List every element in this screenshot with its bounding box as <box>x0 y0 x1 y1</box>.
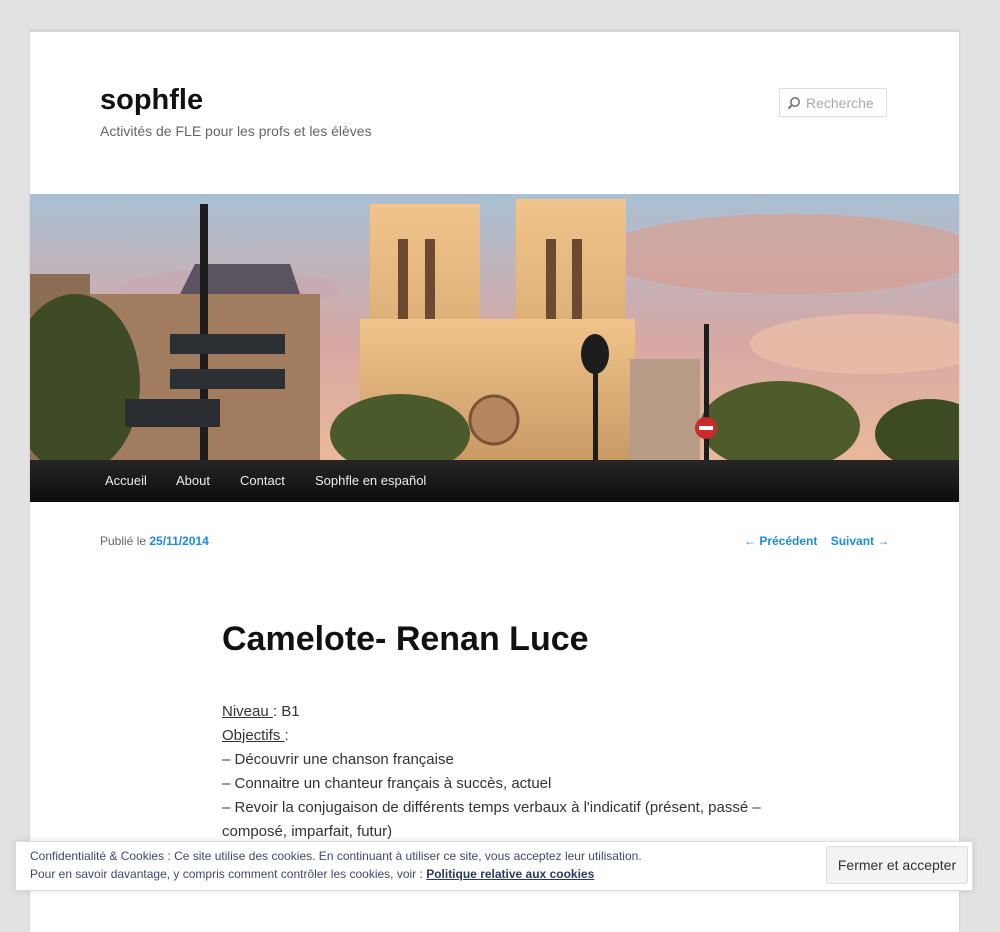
previous-link[interactable]: ← Précédent <box>744 534 817 548</box>
page: sophfle Activités de FLE pour les profs … <box>30 30 959 932</box>
nav-item-contact[interactable]: Contact <box>225 460 300 502</box>
next-link[interactable]: Suivant → <box>831 534 890 548</box>
site-description: Activités de FLE pour les profs et les é… <box>100 123 372 139</box>
post-navigation: ← Précédent Suivant → <box>744 534 889 548</box>
cookie-line-2-text: Pour en savoir davantage, y compris comm… <box>30 867 423 881</box>
cookie-banner: Confidentialité & Cookies : Ce site util… <box>15 841 973 891</box>
niveau-value: : B1 <box>272 703 300 720</box>
search-input[interactable] <box>806 94 884 111</box>
objective-item: – Découvrir une chanson française <box>222 751 454 768</box>
objective-item: – Connaitre un chanteur français à succè… <box>222 775 552 792</box>
cookie-text: Confidentialité & Cookies : Ce site util… <box>30 847 642 883</box>
accept-cookies-button[interactable]: Fermer et accepter <box>826 846 968 884</box>
site-title[interactable]: sophfle <box>100 84 203 117</box>
nav-item-sophfle-en-espanol[interactable]: Sophfle en español <box>300 460 441 502</box>
nav-item-about[interactable]: About <box>161 460 225 502</box>
cookie-line-2: Pour en savoir davantage, y compris comm… <box>30 865 642 883</box>
objectifs-suffix: : <box>284 727 289 744</box>
post-content: Niveau : B1 Objectifs : – Découvrir une … <box>222 700 782 844</box>
objectifs-line: Objectifs : <box>222 724 782 748</box>
cookie-policy-link[interactable]: Politique relative aux cookies <box>426 867 594 881</box>
niveau-label: Niveau <box>222 703 273 720</box>
cookie-line-1: Confidentialité & Cookies : Ce site util… <box>30 849 642 863</box>
niveau-line: Niveau : B1 <box>222 700 782 724</box>
objective-item: – Revoir la conjugaison de différents te… <box>222 799 761 840</box>
post-title: Camelote- Renan Luce <box>222 620 589 658</box>
banner-image <box>30 194 959 460</box>
search-box[interactable] <box>779 88 887 117</box>
main-nav: Accueil About Contact Sophfle en español <box>30 460 959 502</box>
published-date[interactable]: 25/11/2014 <box>149 534 208 548</box>
nav-item-accueil[interactable]: Accueil <box>90 460 162 502</box>
published-prefix: Publié le <box>100 534 147 548</box>
entry-meta: Publié le 25/11/2014 <box>100 534 209 548</box>
search-icon <box>787 96 800 109</box>
objectifs-label: Objectifs <box>222 727 285 744</box>
